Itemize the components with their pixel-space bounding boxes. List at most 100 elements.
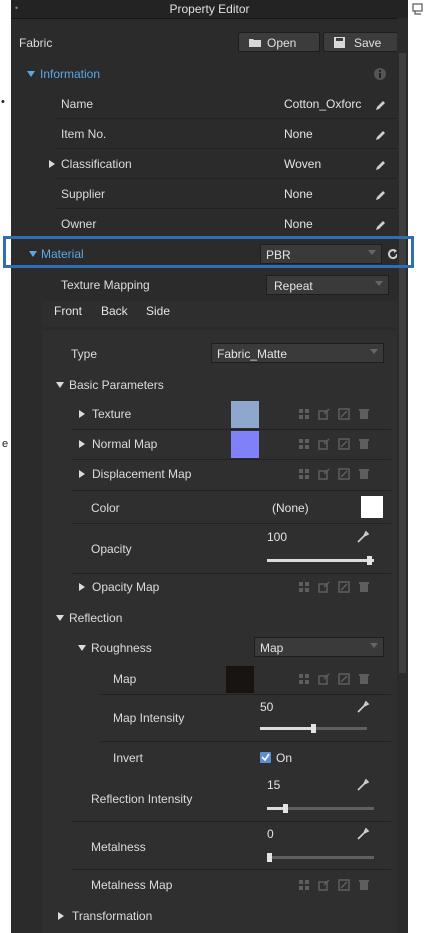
divider: [55, 208, 405, 209]
expand-icon[interactable]: [79, 440, 85, 448]
metalness-map-label: Metalness Map: [91, 878, 173, 892]
reflection-intensity-value[interactable]: 15: [267, 778, 280, 792]
reflection-intensity-slider-thumb[interactable]: [283, 804, 288, 813]
classification-value[interactable]: Woven: [284, 157, 321, 171]
save-icon: [334, 37, 345, 48]
texture-mapping-dropdown[interactable]: Repeat: [266, 275, 389, 295]
scrollbar-thumb[interactable]: [399, 53, 406, 673]
edit-texture-icon[interactable]: [338, 673, 350, 685]
open-external-icon[interactable]: [318, 468, 330, 480]
grid-icon[interactable]: [298, 468, 310, 480]
opacity-slider-thumb[interactable]: [367, 556, 372, 565]
map-intensity-slider-thumb[interactable]: [311, 724, 316, 733]
pencil-icon[interactable]: [374, 218, 388, 232]
roughness-dropdown[interactable]: Map: [254, 637, 384, 657]
pencil-icon[interactable]: [374, 188, 388, 202]
trash-icon[interactable]: [358, 879, 370, 891]
expand-icon[interactable]: [79, 410, 85, 418]
wrench-icon[interactable]: [356, 827, 370, 841]
open-external-icon[interactable]: [318, 438, 330, 450]
background-text: •: [1, 96, 5, 108]
type-row: Type Fabric_Matte: [11, 341, 408, 365]
owner-value[interactable]: None: [284, 217, 313, 231]
opacity-value[interactable]: 100: [267, 530, 287, 544]
texture-swatch[interactable]: [231, 401, 259, 428]
float-window-icon[interactable]: [412, 3, 424, 15]
type-dropdown[interactable]: Fabric_Matte: [211, 343, 384, 363]
reflection-header[interactable]: Reflection: [11, 607, 408, 629]
information-header[interactable]: Information: [11, 62, 408, 86]
divider: [71, 523, 391, 524]
texture-row: Texture: [11, 400, 408, 428]
expand-icon[interactable]: [49, 160, 55, 168]
roughness-label: Roughness: [91, 641, 152, 655]
displacement-map-row: Displacement Map: [11, 461, 408, 489]
tab-front[interactable]: Front: [54, 304, 82, 318]
edit-texture-icon[interactable]: [338, 408, 350, 420]
normal-map-label: Normal Map: [92, 437, 158, 451]
name-value[interactable]: Cotton_Oxforc: [284, 97, 361, 111]
info-icon[interactable]: [374, 68, 386, 80]
trash-icon[interactable]: [358, 468, 370, 480]
save-button[interactable]: Save: [323, 32, 403, 52]
color-row: Color (None): [11, 494, 408, 522]
trash-icon[interactable]: [358, 438, 370, 450]
expand-icon[interactable]: [79, 583, 85, 591]
edit-texture-icon[interactable]: [338, 879, 350, 891]
tab-side[interactable]: Side: [146, 304, 170, 318]
map-actions: [298, 580, 380, 594]
displacement-map-label: Displacement Map: [92, 467, 192, 481]
type-label: Type: [71, 347, 98, 361]
grid-icon[interactable]: [298, 673, 310, 685]
grid-icon[interactable]: [298, 438, 310, 450]
basic-parameters-header[interactable]: Basic Parameters: [11, 374, 408, 396]
grid-icon[interactable]: [298, 408, 310, 420]
grid-icon[interactable]: [298, 879, 310, 891]
reflection-intensity-row: Reflection Intensity 15: [11, 774, 408, 820]
field-label: Classification: [61, 157, 132, 171]
metalness-value[interactable]: 0: [267, 827, 274, 841]
wrench-icon[interactable]: [356, 778, 370, 792]
color-swatch[interactable]: [361, 496, 383, 518]
trash-icon[interactable]: [358, 408, 370, 420]
collapse-icon[interactable]: [78, 645, 86, 651]
open-external-icon[interactable]: [318, 408, 330, 420]
edit-texture-icon[interactable]: [338, 468, 350, 480]
open-external-icon[interactable]: [318, 581, 330, 593]
wrench-icon[interactable]: [356, 530, 370, 544]
open-external-icon[interactable]: [318, 673, 330, 685]
pencil-icon[interactable]: [374, 98, 388, 112]
map-intensity-value[interactable]: 50: [260, 700, 273, 714]
normal-map-row: Normal Map: [11, 430, 408, 458]
pencil-icon[interactable]: [374, 128, 388, 142]
grid-icon[interactable]: [298, 581, 310, 593]
divider: [71, 459, 391, 460]
tab-bar: Front Back Side: [42, 301, 405, 327]
name-row: Name Cotton_Oxforc: [11, 92, 408, 116]
trash-icon[interactable]: [358, 673, 370, 685]
edit-texture-icon[interactable]: [338, 581, 350, 593]
open-external-icon[interactable]: [318, 879, 330, 891]
tab-back[interactable]: Back: [101, 304, 128, 318]
open-button[interactable]: Open: [238, 32, 320, 52]
divider: [55, 118, 405, 119]
invert-label: Invert: [113, 751, 144, 765]
expand-icon[interactable]: [79, 470, 85, 478]
divider: [101, 694, 391, 695]
fabric-label: Fabric: [19, 36, 53, 50]
transformation-row[interactable]: Transformation: [11, 904, 408, 928]
metalness-slider-thumb[interactable]: [267, 853, 272, 862]
wrench-icon[interactable]: [356, 700, 370, 714]
collapse-icon: [27, 71, 35, 77]
invert-checkbox[interactable]: [260, 752, 271, 763]
field-label: Supplier: [61, 187, 106, 201]
opacity-map-label: Opacity Map: [92, 580, 160, 594]
item-no-value[interactable]: None: [284, 127, 313, 141]
trash-icon[interactable]: [358, 581, 370, 593]
normal-map-swatch[interactable]: [231, 431, 259, 458]
metalness-slider-track[interactable]: [267, 856, 374, 859]
pencil-icon[interactable]: [374, 158, 388, 172]
map-swatch[interactable]: [226, 666, 254, 693]
supplier-value[interactable]: None: [284, 187, 313, 201]
edit-texture-icon[interactable]: [338, 438, 350, 450]
